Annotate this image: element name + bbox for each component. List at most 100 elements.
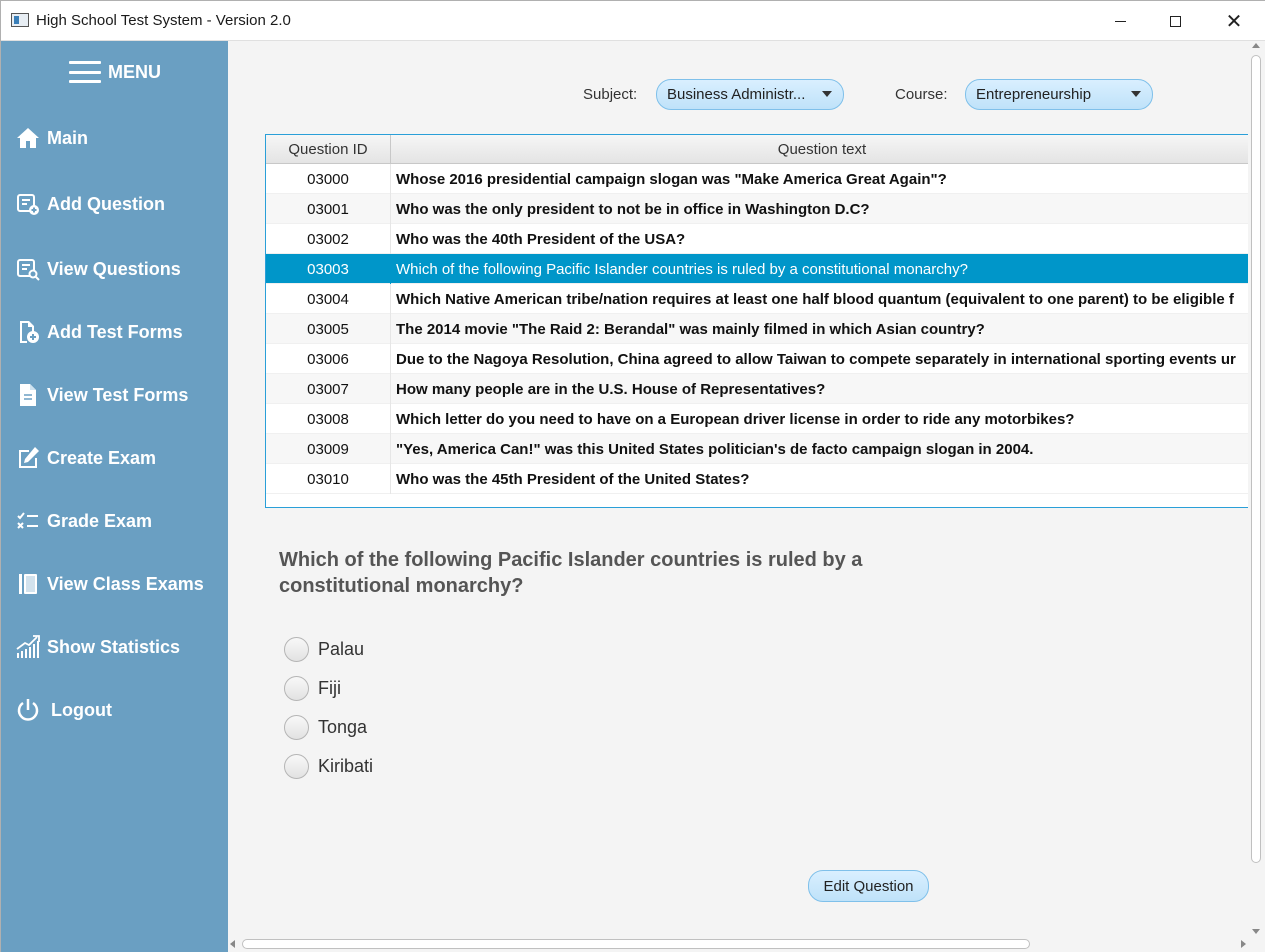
table-row[interactable]: 03006 Due to the Nagoya Resolution, China… <box>266 344 1248 374</box>
answer-choice[interactable]: Palau <box>284 630 373 669</box>
question-id-cell: 03001 <box>266 194 391 224</box>
scroll-left-icon[interactable] <box>230 940 235 948</box>
answer-choice-label: Tonga <box>318 717 368 737</box>
sidebar-item-label: View Questions <box>47 258 181 279</box>
edit-icon <box>15 445 41 471</box>
horizontal-scroll-thumb[interactable] <box>242 939 1030 949</box>
table-row[interactable]: 03001 Who was the only president to not b… <box>266 194 1248 224</box>
sidebar-item-main[interactable]: Main <box>15 123 88 153</box>
menu-toggle[interactable]: MENU <box>69 59 161 85</box>
question-id-cell: 03005 <box>266 314 391 344</box>
question-text-cell: Which Native American tribe/nation requi… <box>396 290 1234 308</box>
column-header-question-text[interactable]: Question text <box>391 135 1248 164</box>
radio-button[interactable] <box>284 676 309 701</box>
search-list-icon <box>15 256 41 282</box>
subject-label: Subject: <box>583 86 638 103</box>
table-row[interactable]: 03009 "Yes, America Can!" was this United… <box>266 434 1248 464</box>
sidebar-item-grade-exam[interactable]: Grade Exam <box>15 506 152 536</box>
question-text-cell: Who was the 40th President of the USA? <box>396 230 686 248</box>
add-list-icon <box>15 191 41 217</box>
sidebar-item-label: Add Question <box>47 193 165 214</box>
table-row[interactable]: 03010 Who was the 45th President of the U… <box>266 464 1248 494</box>
table-row[interactable]: 03000 Whose 2016 presidential campaign sl… <box>266 164 1248 194</box>
table-row[interactable]: 03007 How many people are in the U.S. Hou… <box>266 374 1248 404</box>
answer-choice[interactable]: Kiribati <box>284 747 373 786</box>
title-bar: High School Test System - Version 2.0 ✕ <box>1 1 1265 41</box>
sidebar-item-label: View Class Exams <box>47 573 204 594</box>
vertical-scrollbar[interactable] <box>1248 41 1265 936</box>
radio-button[interactable] <box>284 715 309 740</box>
question-id-cell: 03009 <box>266 434 391 464</box>
home-icon <box>15 125 41 151</box>
main-content: Subject: Business Administr... Course: E… <box>228 41 1248 936</box>
questions-table[interactable]: Question ID Question text 03000 Whose 201… <box>265 134 1248 508</box>
scroll-down-icon[interactable] <box>1252 929 1260 934</box>
maximize-icon <box>1169 15 1181 27</box>
minimize-icon <box>1114 20 1126 22</box>
table-row[interactable]: 03005 The 2014 movie "The Raid 2: Beranda… <box>266 314 1248 344</box>
scroll-right-icon[interactable] <box>1241 940 1246 948</box>
chevron-down-icon <box>1131 91 1141 97</box>
answer-choices: Palau Fiji Tonga Kiribati <box>284 630 373 786</box>
table-row[interactable]: 03003 Which of the following Pacific Isla… <box>266 254 1248 284</box>
question-text-cell: "Yes, America Can!" was this United Stat… <box>396 440 1034 458</box>
question-text-cell: Who was the 45th President of the United… <box>396 470 750 488</box>
question-text-cell: The 2014 movie "The Raid 2: Berandal" wa… <box>396 320 985 338</box>
close-button[interactable]: ✕ <box>1211 7 1257 35</box>
answer-choice-label: Kiribati <box>318 756 374 776</box>
question-text-cell: Which of the following Pacific Islander … <box>396 260 968 278</box>
chart-icon <box>15 634 41 660</box>
sidebar-item-add-question[interactable]: Add Question <box>15 189 165 219</box>
vertical-scroll-thumb[interactable] <box>1251 55 1261 863</box>
checklist-icon <box>15 508 41 534</box>
question-text-cell: Due to the Nagoya Resolution, China agre… <box>396 350 1236 368</box>
table-header: Question ID Question text <box>266 135 1248 164</box>
radio-button[interactable] <box>284 637 309 662</box>
hamburger-icon <box>69 61 101 83</box>
sidebar-item-logout[interactable]: Logout <box>15 695 112 725</box>
sidebar-item-label: Create Exam <box>47 447 157 468</box>
sidebar-item-add-test-forms[interactable]: Add Test Forms <box>15 317 183 347</box>
window-title: High School Test System - Version 2.0 <box>36 12 291 29</box>
subject-value: Business Administr... <box>667 86 806 103</box>
scroll-up-icon[interactable] <box>1252 43 1260 48</box>
question-id-cell: 03007 <box>266 374 391 404</box>
app-window: High School Test System - Version 2.0 ✕ … <box>0 0 1265 952</box>
subject-dropdown[interactable]: Business Administr... <box>656 79 844 110</box>
chevron-down-icon <box>822 91 832 97</box>
sidebar-item-label: Add Test Forms <box>47 321 183 342</box>
scrollbar-corner <box>1248 936 1265 952</box>
power-icon <box>15 697 41 723</box>
radio-button[interactable] <box>284 754 309 779</box>
minimize-button[interactable] <box>1097 7 1143 35</box>
question-id-cell: 03002 <box>266 224 391 254</box>
table-row[interactable]: 03008 Which letter do you need to have on… <box>266 404 1248 434</box>
maximize-button[interactable] <box>1152 7 1198 35</box>
add-document-icon <box>15 319 41 345</box>
edit-question-button[interactable]: Edit Question <box>808 870 929 902</box>
question-text-cell: How many people are in the U.S. House of… <box>396 380 826 398</box>
sidebar: MENU Main Add Question View Questions Ad <box>1 41 228 952</box>
table-body: 03000 Whose 2016 presidential campaign sl… <box>266 164 1248 494</box>
course-dropdown[interactable]: Entrepreneurship <box>965 79 1153 110</box>
table-row[interactable]: 03002 Who was the 40th President of the U… <box>266 224 1248 254</box>
answer-choice[interactable]: Tonga <box>284 708 373 747</box>
horizontal-scrollbar[interactable] <box>228 936 1248 952</box>
sidebar-item-show-statistics[interactable]: Show Statistics <box>15 632 180 662</box>
menu-label: MENU <box>108 61 161 82</box>
sidebar-item-create-exam[interactable]: Create Exam <box>15 443 156 473</box>
app-icon <box>11 13 29 27</box>
sidebar-item-view-class-exams[interactable]: View Class Exams <box>15 569 204 599</box>
question-id-cell: 03000 <box>266 164 391 194</box>
sidebar-item-view-questions[interactable]: View Questions <box>15 254 181 284</box>
column-header-question-id[interactable]: Question ID <box>266 135 391 164</box>
answer-choice[interactable]: Fiji <box>284 669 373 708</box>
question-title: Which of the following Pacific Islander … <box>279 549 863 597</box>
sidebar-item-view-test-forms[interactable]: View Test Forms <box>15 380 188 410</box>
answer-choice-label: Palau <box>318 639 365 659</box>
question-id-cell: 03004 <box>266 284 391 314</box>
question-id-cell: 03006 <box>266 344 391 374</box>
table-row[interactable]: 03004 Which Native American tribe/nation … <box>266 284 1248 314</box>
sidebar-item-label: Logout <box>51 699 112 720</box>
book-icon <box>15 571 41 597</box>
